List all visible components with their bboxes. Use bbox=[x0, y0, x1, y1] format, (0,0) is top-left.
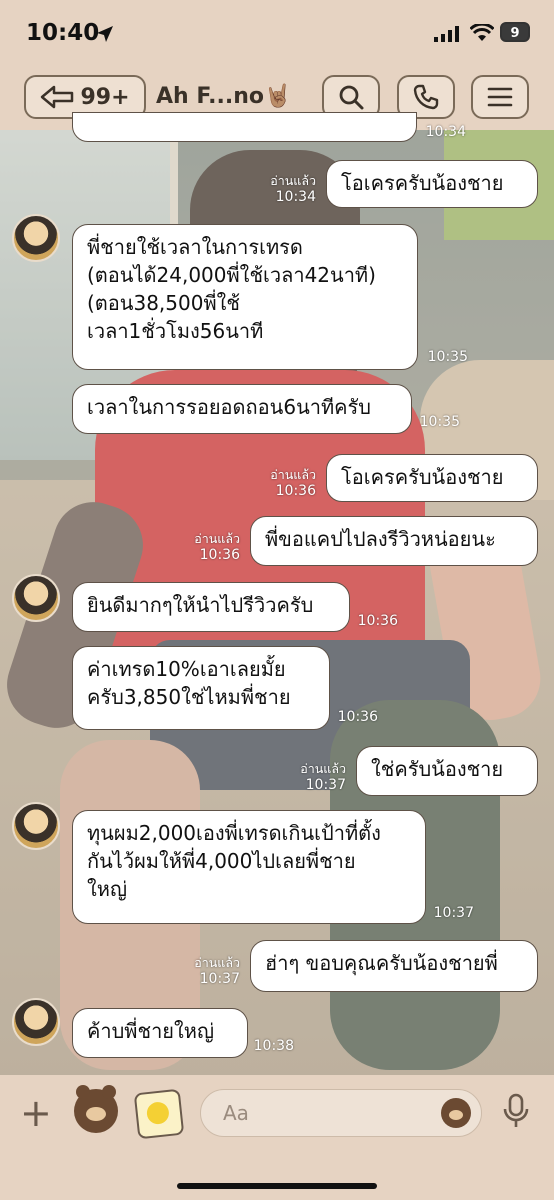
read-receipt: อ่านแล้ว 10:36 bbox=[270, 467, 316, 499]
avatar[interactable] bbox=[12, 998, 60, 1046]
status-bar: 10:40 9 bbox=[0, 0, 554, 66]
message-input-placeholder: Aa bbox=[223, 1101, 249, 1125]
message-bubble-received[interactable]: ค่าเทรด10%เอาเลยมั้ย ครับ3,850ใช่ไหมพี่ช… bbox=[72, 646, 330, 730]
hamburger-menu-icon bbox=[487, 87, 513, 107]
gallery-icon[interactable] bbox=[133, 1088, 185, 1140]
message-bubble-received[interactable]: ยินดีมากๆให้นำไปรีวิวครับ bbox=[72, 582, 350, 632]
message-bubble-sent[interactable]: พี่ขอแคปไปลงรีวิวหน่อยนะ bbox=[250, 516, 538, 566]
message-bubble-received[interactable]: เวลาในการรอยอดถอน6นาทีครับ bbox=[72, 384, 412, 434]
read-receipt: อ่านแล้ว 10:34 bbox=[270, 173, 316, 205]
read-receipt: อ่านแล้ว 10:37 bbox=[300, 761, 346, 793]
back-arrow-icon bbox=[41, 85, 74, 109]
message-bubble-sent[interactable]: ฮ่าๆ ขอบคุณครับน้องชายพี่ bbox=[250, 940, 538, 992]
unread-count: 99+ bbox=[80, 84, 130, 110]
message-time: 10:38 bbox=[253, 1038, 294, 1054]
location-arrow-icon bbox=[97, 26, 113, 42]
home-indicator bbox=[177, 1183, 377, 1189]
emoji-icon[interactable] bbox=[441, 1098, 471, 1128]
message-bubble-received[interactable]: ค้าบพี่ชายใหญ่ bbox=[72, 1008, 248, 1058]
avatar[interactable] bbox=[12, 574, 60, 622]
read-receipt: อ่านแล้ว 10:36 bbox=[194, 531, 240, 563]
plus-icon[interactable]: + bbox=[20, 1093, 52, 1133]
chat-title[interactable]: Ah F...no🤘🏽 bbox=[156, 84, 291, 109]
avatar[interactable] bbox=[12, 214, 60, 262]
message-bubble-sent[interactable]: โอเครครับน้องชาย bbox=[326, 160, 538, 208]
message-bubble-received[interactable]: พี่ชายใช้เวลาในการเทรด (ตอนได้24,000พี่ใ… bbox=[72, 224, 418, 370]
menu-button[interactable] bbox=[471, 75, 529, 119]
cellular-signal-icon bbox=[434, 26, 459, 42]
message-time: 10:36 bbox=[337, 709, 378, 725]
message-input[interactable]: Aa bbox=[200, 1089, 482, 1137]
read-receipt: อ่านแล้ว 10:37 bbox=[194, 955, 240, 987]
wifi-icon bbox=[470, 24, 494, 41]
message-time: 10:35 bbox=[419, 414, 460, 430]
search-icon bbox=[339, 85, 364, 110]
message-bubble-sent[interactable]: ใช่ครับน้องชาย bbox=[356, 746, 538, 796]
avatar[interactable] bbox=[12, 802, 60, 850]
message-bubble-sent[interactable]: โอเครครับน้องชาย bbox=[326, 454, 538, 502]
composer-bar: + Aa bbox=[0, 1075, 554, 1200]
message-time: 10:35 bbox=[427, 349, 468, 365]
message-time: 10:36 bbox=[357, 613, 398, 629]
clock: 10:40 bbox=[26, 20, 100, 46]
phone-icon bbox=[413, 84, 439, 110]
partial-message-bubble[interactable] bbox=[72, 112, 417, 142]
message-time: 10:37 bbox=[433, 905, 474, 921]
message-time: 10:34 bbox=[425, 124, 466, 140]
message-bubble-received[interactable]: ทุนผม2,000เองพี่เทรดเกินเป้าที่ตั้ง กันไ… bbox=[72, 810, 426, 924]
battery-indicator: 9 bbox=[500, 22, 530, 42]
sticker-icon[interactable] bbox=[74, 1085, 118, 1133]
microphone-icon[interactable] bbox=[502, 1093, 530, 1129]
